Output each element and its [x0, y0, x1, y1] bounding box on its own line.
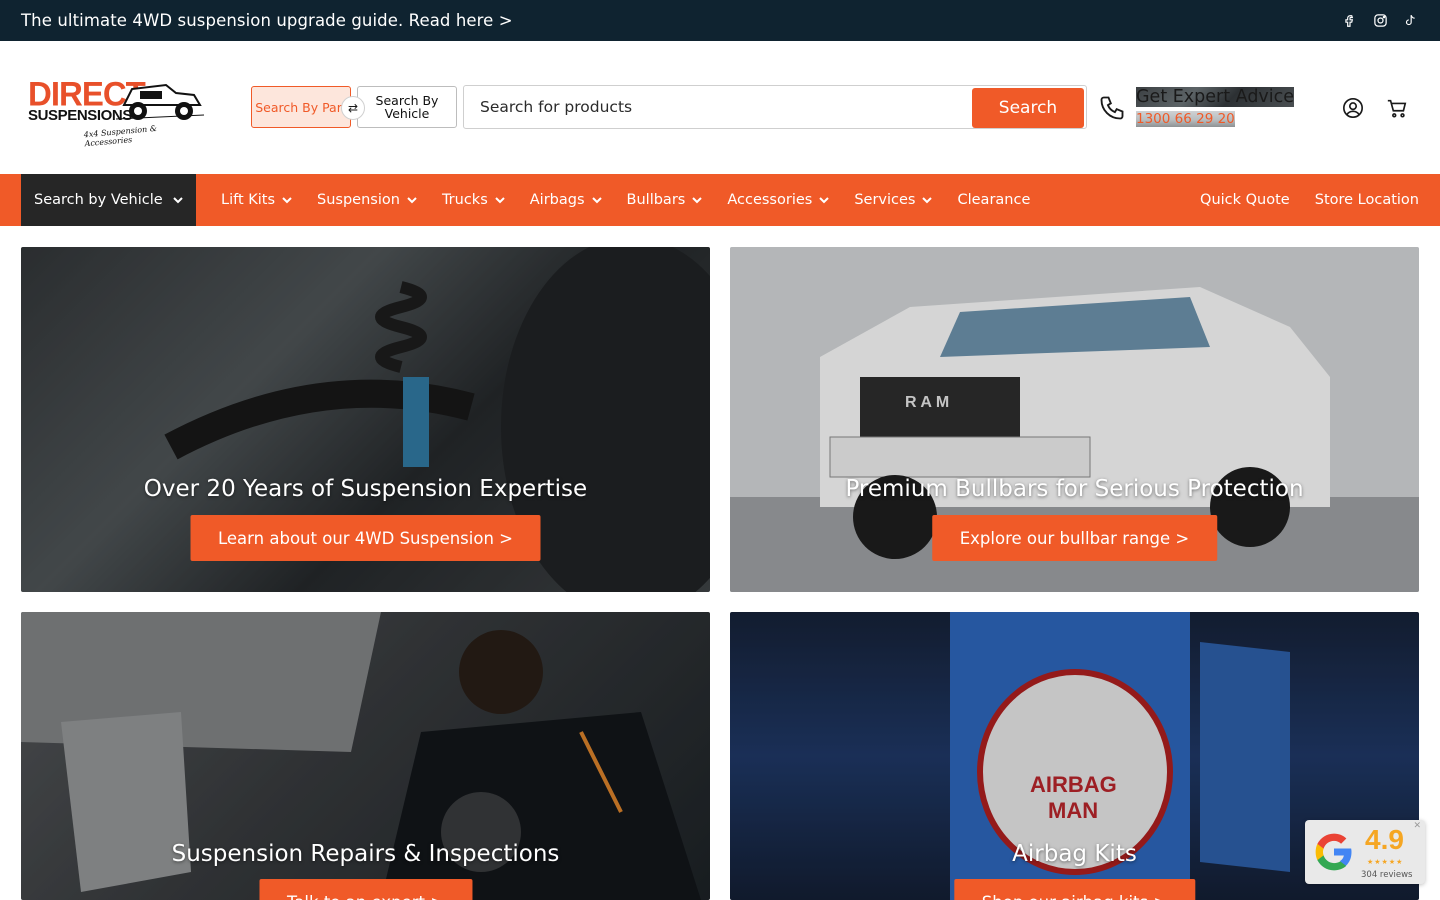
- nav-item-suspension[interactable]: Suspension: [317, 192, 417, 208]
- tile-cta-button[interactable]: Talk to an expert >: [258, 879, 473, 900]
- chevron-down-icon: [282, 196, 292, 203]
- phone-icon: [1098, 94, 1126, 126]
- advice-phone[interactable]: 1300 66 29 20: [1136, 111, 1235, 127]
- nav-right: Quick Quote Store Location: [1200, 174, 1419, 226]
- search-by-part-toggle[interactable]: Search By Part: [251, 86, 351, 128]
- tiktok-icon[interactable]: [1401, 12, 1419, 30]
- nav-item-services[interactable]: Services: [854, 192, 933, 208]
- chevron-down-icon: [172, 196, 183, 203]
- cart-icon[interactable]: [1385, 96, 1409, 120]
- main-nav: Search by Vehicle Lift Kits Suspension T…: [0, 174, 1440, 226]
- instagram-icon[interactable]: [1371, 12, 1389, 30]
- nav-quick-quote[interactable]: Quick Quote: [1200, 192, 1290, 208]
- promo-tile-bullbars[interactable]: R A M Premium Bullbars for Serious Prote…: [730, 247, 1419, 592]
- nav-search-by-vehicle-label: Search by Vehicle: [34, 192, 163, 208]
- chevron-down-icon: [922, 196, 933, 203]
- nav-item-label: Suspension: [317, 192, 400, 208]
- search-form: Search: [463, 85, 1087, 129]
- nav-item-label: Airbags: [529, 192, 585, 208]
- advice-title: Get Expert Advice: [1136, 87, 1295, 107]
- nav-item-trucks[interactable]: Trucks: [442, 192, 505, 208]
- promo-tile-suspension[interactable]: Over 20 Years of Suspension Expertise Le…: [21, 247, 710, 592]
- review-count: 304 reviews: [1361, 870, 1413, 880]
- google-icon: [1315, 833, 1352, 871]
- promo-link[interactable]: The ultimate 4WD suspension upgrade guid…: [21, 11, 513, 30]
- nav-item-clearance[interactable]: Clearance: [957, 192, 1030, 208]
- tile-cta-button[interactable]: Explore our bullbar range >: [931, 515, 1218, 561]
- nav-items: Lift Kits Suspension Trucks Airbags Bull…: [221, 174, 1030, 226]
- nav-item-bullbars[interactable]: Bullbars: [627, 192, 703, 208]
- nav-search-by-vehicle[interactable]: Search by Vehicle: [21, 174, 196, 226]
- account-icon[interactable]: [1341, 96, 1365, 120]
- tile-title: Premium Bullbars for Serious Protection: [845, 476, 1304, 502]
- nav-item-label: Accessories: [727, 192, 813, 208]
- facebook-icon[interactable]: [1341, 12, 1359, 30]
- tile-title: Suspension Repairs & Inspections: [171, 841, 560, 867]
- chevron-down-icon: [692, 196, 703, 203]
- tile-title: Over 20 Years of Suspension Expertise: [143, 476, 588, 502]
- review-score: 4.9: [1365, 824, 1404, 855]
- nav-item-lift-kits[interactable]: Lift Kits: [221, 192, 292, 208]
- tile-cta-button[interactable]: Shop our airbag kits >: [953, 879, 1196, 900]
- chevron-down-icon: [591, 196, 602, 203]
- promo-bar: The ultimate 4WD suspension upgrade guid…: [0, 0, 1440, 41]
- nav-item-accessories[interactable]: Accessories: [727, 192, 830, 208]
- chevron-down-icon: [495, 196, 505, 203]
- chevron-down-icon: [819, 196, 830, 203]
- close-icon[interactable]: ✕: [1413, 821, 1421, 831]
- search-input[interactable]: [464, 86, 964, 128]
- nav-item-label: Lift Kits: [221, 192, 276, 208]
- nav-store-location[interactable]: Store Location: [1315, 192, 1419, 208]
- review-stars: ★★★★★: [1367, 858, 1404, 866]
- chevron-down-icon: [407, 196, 417, 203]
- promo-tile-repairs[interactable]: Suspension Repairs & Inspections Talk to…: [21, 612, 710, 900]
- google-review-badge[interactable]: 4.9 ★★★★★ 304 reviews ✕: [1305, 820, 1425, 884]
- nav-item-label: Trucks: [441, 192, 488, 208]
- nav-item-label: Clearance: [957, 192, 1031, 208]
- social-links: [1341, 12, 1419, 30]
- search-by-vehicle-toggle[interactable]: Search By Vehicle: [357, 86, 457, 128]
- nav-item-label: Bullbars: [626, 192, 686, 208]
- search-button[interactable]: Search: [972, 88, 1084, 128]
- logo[interactable]: DIRECT SUSPENSIONS 4x4 Suspension & Acce…: [26, 73, 206, 148]
- nav-item-airbags[interactable]: Airbags: [530, 192, 602, 208]
- nav-item-label: Services: [854, 192, 916, 208]
- tile-cta-button[interactable]: Learn about our 4WD Suspension >: [190, 515, 541, 561]
- truck-icon: [115, 83, 205, 120]
- swap-icon[interactable]: ⇄: [341, 96, 365, 120]
- site-header: DIRECT SUSPENSIONS 4x4 Suspension & Acce…: [0, 41, 1440, 174]
